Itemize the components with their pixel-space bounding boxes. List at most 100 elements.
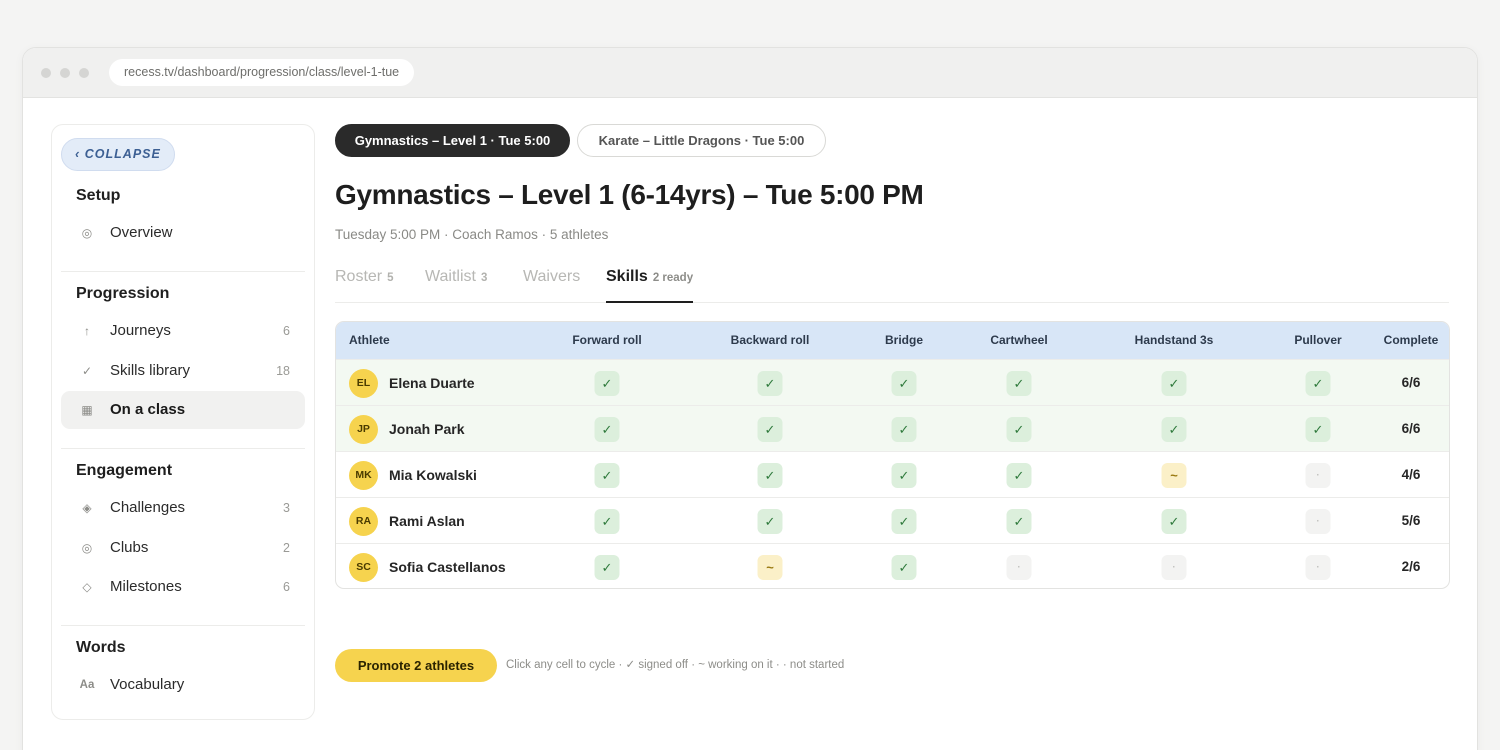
tab-label: Skills <box>606 268 648 285</box>
skill-status-cell[interactable]: · <box>1305 555 1331 580</box>
ring-icon: ◎ <box>81 540 93 555</box>
sidebar-item-label: Milestones <box>110 578 182 595</box>
athlete-name[interactable]: Jonah Park <box>389 406 464 452</box>
sidebar-item-count: 6 <box>283 580 290 594</box>
check-icon: ✓ <box>81 363 93 378</box>
skill-status-cell[interactable]: ✓ <box>891 555 917 580</box>
skill-status-cell[interactable]: ✓ <box>1161 509 1187 534</box>
promote-athletes-button[interactable]: Promote 2 athletes <box>335 649 497 682</box>
skill-status-cell[interactable]: ✓ <box>891 463 917 488</box>
skill-status-cell[interactable]: ✓ <box>1161 417 1187 442</box>
tab-bar: Roster 5 Waitlist 3 Waivers Skills 2 ready <box>335 259 1449 303</box>
skill-status-cell[interactable]: ✓ <box>757 463 783 488</box>
sidebar-divider <box>61 271 305 272</box>
skill-status-cell[interactable]: · <box>1161 555 1187 580</box>
athlete-name[interactable]: Sofia Castellanos <box>389 544 506 588</box>
sidebar-item-label: Overview <box>110 224 173 241</box>
skill-status-cell[interactable]: · <box>1006 555 1032 580</box>
skill-status-cell[interactable]: ~ <box>1161 463 1187 488</box>
sidebar-item-journeys[interactable]: ↑ Journeys 6 <box>61 312 305 350</box>
sidebar-item-label: Journeys <box>110 322 171 339</box>
sidebar-item-count: 6 <box>283 324 290 338</box>
skill-status-cell[interactable]: ✓ <box>891 371 917 396</box>
skill-status-cell[interactable]: ✓ <box>594 463 620 488</box>
tab-count: 5 <box>387 272 394 284</box>
completion-count: 6/6 <box>1401 375 1421 390</box>
sidebar-divider <box>61 625 305 626</box>
skill-status-cell[interactable]: ✓ <box>891 417 917 442</box>
sidebar-item-challenges[interactable]: ◈ Challenges 3 <box>61 489 305 527</box>
column-header-skill[interactable]: Backward roll <box>731 322 810 359</box>
page-title: Gymnastics – Level 1 (6-14yrs) – Tue 5:0… <box>335 179 924 210</box>
athlete-name[interactable]: Mia Kowalski <box>389 452 477 498</box>
sidebar-divider <box>61 448 305 449</box>
overview-icon: ◎ <box>81 226 93 240</box>
skill-status-cell[interactable]: ✓ <box>757 371 783 396</box>
sidebar-item-label: Vocabulary <box>110 676 185 693</box>
skill-status-cell[interactable]: ✓ <box>1161 371 1187 396</box>
skill-status-cell[interactable]: ~ <box>757 555 783 580</box>
column-header-skill[interactable]: Cartwheel <box>990 322 1047 359</box>
skill-status-cell[interactable]: ✓ <box>1006 509 1032 534</box>
class-pill-karate[interactable]: Karate – Little Dragons · Tue 5:00 <box>577 124 826 157</box>
address-bar[interactable]: recess.tv/dashboard/progression/class/le… <box>109 59 415 86</box>
browser-chrome: recess.tv/dashboard/progression/class/le… <box>23 48 1477 98</box>
table-row: MK Mia Kowalski ✓ ✓ ✓ ✓ ~ · 4/6 <box>336 451 1449 497</box>
sidebar-item-count: 2 <box>283 540 290 555</box>
legend-hint: Click any cell to cycle · ✓ signed off ·… <box>506 659 845 671</box>
avatar: SC <box>349 553 378 582</box>
sidebar-section-engagement: Engagement <box>76 462 173 479</box>
table-row: JP Jonah Park ✓ ✓ ✓ ✓ ✓ ✓ 6/6 <box>336 405 1449 451</box>
main-content: Gymnastics – Level 1 · Tue 5:00 Karate –… <box>335 124 1451 724</box>
avatar: EL <box>349 369 378 398</box>
sidebar-item-vocabulary[interactable]: Aa Vocabulary <box>61 666 305 704</box>
completion-count: 5/6 <box>1401 513 1421 528</box>
skill-status-cell[interactable]: · <box>1305 509 1331 534</box>
sidebar-item-skills-library[interactable]: ✓ Skills library 18 <box>61 352 305 390</box>
window-maximize-dot[interactable] <box>79 68 89 78</box>
column-header-skill[interactable]: Forward roll <box>572 322 641 359</box>
athlete-name[interactable]: Elena Duarte <box>389 360 475 406</box>
skill-status-cell[interactable]: ✓ <box>757 509 783 534</box>
skill-status-cell[interactable]: ✓ <box>1305 417 1331 442</box>
window-minimize-dot[interactable] <box>60 68 70 78</box>
skill-status-cell[interactable]: · <box>1305 463 1331 488</box>
column-header-skill[interactable]: Pullover <box>1294 322 1341 359</box>
avatar: RA <box>349 507 378 536</box>
tab-waivers[interactable]: Waivers <box>523 259 580 303</box>
window-close-dot[interactable] <box>41 68 51 78</box>
completion-count: 2/6 <box>1401 559 1421 574</box>
sidebar-item-on-a-class[interactable]: ▦ On a class <box>61 391 305 429</box>
tab-label: Waitlist <box>425 268 476 285</box>
athlete-name[interactable]: Rami Aslan <box>389 498 465 544</box>
tab-waitlist[interactable]: Waitlist 3 <box>425 259 487 303</box>
completion-count: 4/6 <box>1401 467 1421 482</box>
column-header-skill[interactable]: Bridge <box>885 322 923 359</box>
skill-status-cell[interactable]: ✓ <box>594 417 620 442</box>
skill-status-cell[interactable]: ✓ <box>891 509 917 534</box>
sidebar-item-milestones[interactable]: ◇ Milestones 6 <box>61 568 305 606</box>
sidebar-item-count: 3 <box>283 501 290 515</box>
tab-roster[interactable]: Roster 5 <box>335 259 394 303</box>
column-header-skill[interactable]: Handstand 3s <box>1135 322 1214 359</box>
class-pill-gymnastics[interactable]: Gymnastics – Level 1 · Tue 5:00 <box>335 124 570 157</box>
skill-status-cell[interactable]: ✓ <box>594 371 620 396</box>
tab-skills[interactable]: Skills 2 ready <box>606 259 694 303</box>
skill-status-cell[interactable]: ✓ <box>1006 417 1032 442</box>
skill-status-cell[interactable]: ✓ <box>757 417 783 442</box>
collapse-button[interactable]: ‹ COLLAPSE <box>61 138 175 171</box>
skill-status-cell[interactable]: ✓ <box>1305 371 1331 396</box>
sidebar-item-label: On a class <box>110 401 186 418</box>
sidebar-item-label: Clubs <box>110 538 149 556</box>
table-row: EL Elena Duarte ✓ ✓ ✓ ✓ ✓ ✓ 6/6 <box>336 359 1449 405</box>
skill-status-cell[interactable]: ✓ <box>1006 371 1032 396</box>
sidebar-item-overview[interactable]: ◎ Overview <box>61 214 305 252</box>
skill-status-cell[interactable]: ✓ <box>1006 463 1032 488</box>
skills-table: Athlete Forward roll Backward roll Bridge Ca… <box>335 321 1450 589</box>
table-header: Athlete Forward roll Backward roll Bridge Ca… <box>336 322 1449 359</box>
tab-count: 3 <box>480 272 488 284</box>
sidebar: ‹ COLLAPSE Setup ◎ Overview Progression ↑ Jou… <box>51 124 315 720</box>
skill-status-cell[interactable]: ✓ <box>594 555 620 580</box>
skill-status-cell[interactable]: ✓ <box>594 509 620 534</box>
sidebar-item-clubs[interactable]: ◎ Clubs 2 <box>61 529 305 567</box>
